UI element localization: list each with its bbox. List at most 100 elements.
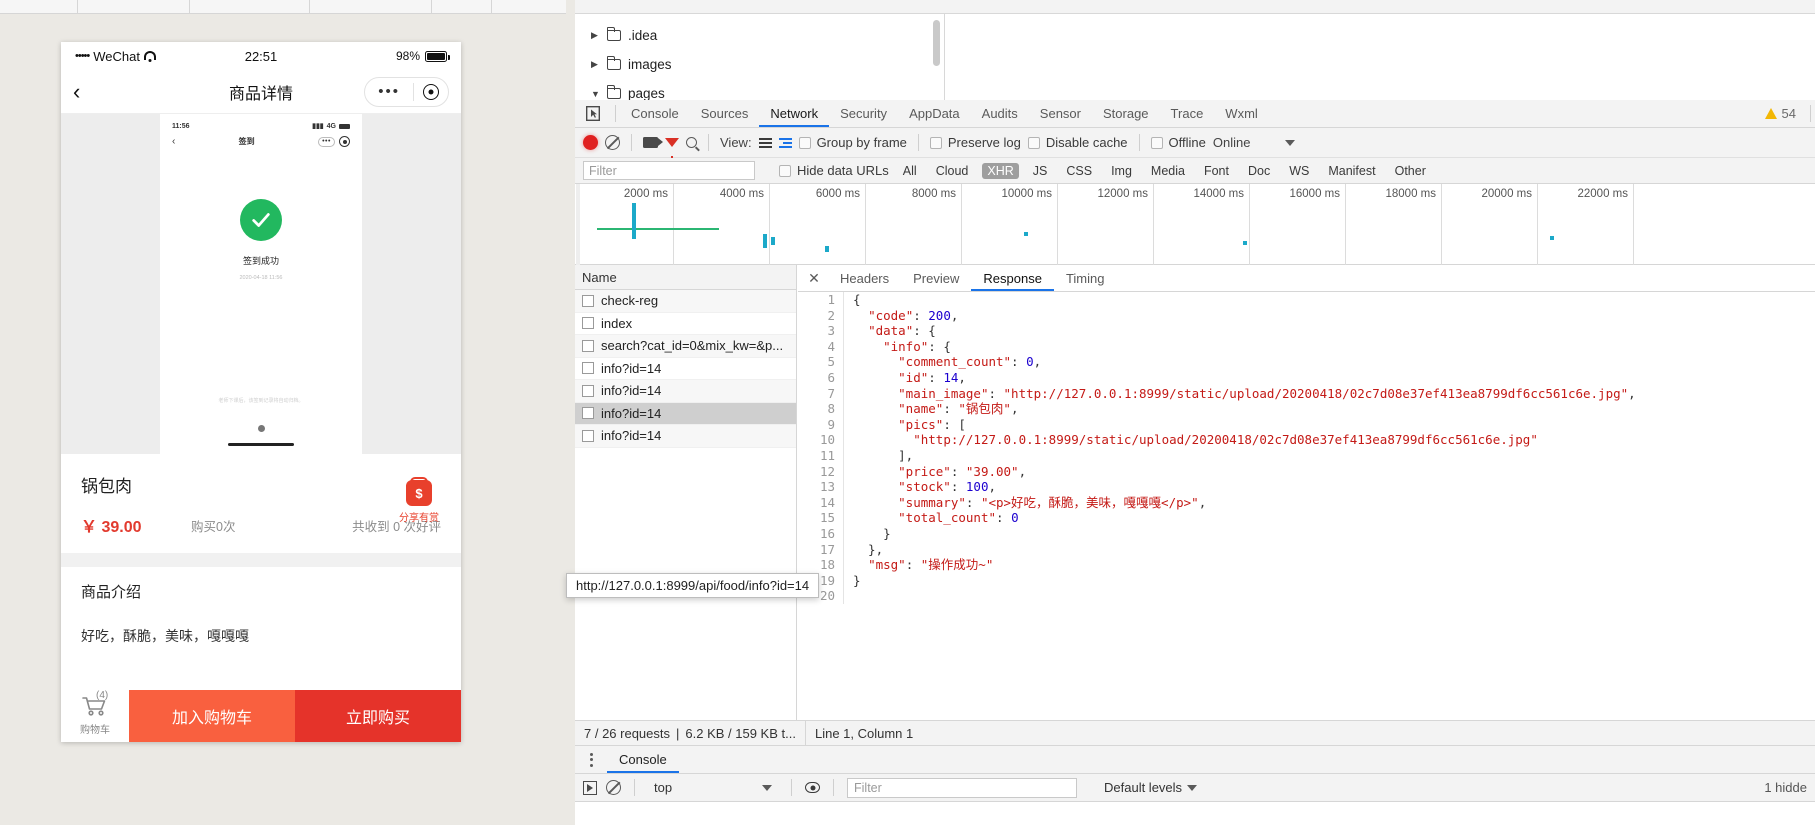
- row-checkbox[interactable]: [582, 339, 594, 352]
- clear-console-icon[interactable]: [606, 780, 621, 795]
- product-image-carousel[interactable]: 11:56 ▮▮▮ 4G ‹ 签到 ••• 签到成功 2020-04-18 11…: [61, 114, 461, 454]
- table-row[interactable]: info?id=14: [575, 380, 796, 403]
- table-row[interactable]: info?id=14: [575, 358, 796, 380]
- filter-type-manifest[interactable]: Manifest: [1323, 163, 1380, 179]
- group-by-frame-checkbox[interactable]: Group by frame: [798, 135, 907, 150]
- table-row-selected[interactable]: info?id=14: [575, 402, 796, 425]
- filter-type-other[interactable]: Other: [1390, 163, 1431, 179]
- row-checkbox[interactable]: [582, 429, 594, 442]
- chevron-right-icon[interactable]: ▶: [591, 30, 600, 41]
- console-filter-input[interactable]: Filter: [847, 777, 1077, 798]
- throttle-dropdown-icon[interactable]: [1285, 139, 1296, 146]
- file-tree-item-images[interactable]: ▶ images: [575, 50, 944, 79]
- file-tree-item-idea[interactable]: ▶ .idea: [575, 21, 944, 50]
- checkbox-box[interactable]: [779, 164, 791, 177]
- chevron-right-icon[interactable]: ▶: [591, 59, 600, 70]
- cart-button[interactable]: (4) 购物车: [61, 690, 129, 742]
- tab-network[interactable]: Network: [759, 100, 829, 127]
- filter-type-css[interactable]: CSS: [1061, 163, 1097, 179]
- chevron-down-icon[interactable]: ▼: [591, 89, 600, 99]
- file-tree-panel[interactable]: ▶ .idea ▶ images ▼ pages: [575, 14, 945, 100]
- console-output-area[interactable]: [575, 802, 1815, 825]
- row-checkbox[interactable]: [582, 384, 594, 397]
- table-row[interactable]: check-reg: [575, 290, 796, 313]
- wechat-capsule-button[interactable]: •••: [364, 76, 449, 107]
- tab-security[interactable]: Security: [829, 100, 898, 127]
- share-reward-button[interactable]: $ 分享有赏: [399, 477, 439, 524]
- code-line: 14 "summary": "<p>好吃，酥脆，美味，嘎嘎嘎</p>",: [798, 494, 1815, 511]
- live-expression-eye-icon[interactable]: [805, 782, 820, 793]
- filter-type-xhr[interactable]: XHR: [982, 162, 1019, 179]
- back-arrow-icon[interactable]: ‹: [73, 80, 103, 103]
- camera-filmstrip-icon[interactable]: [643, 137, 663, 148]
- hide-data-urls-checkbox[interactable]: Hide data URLs: [779, 163, 889, 178]
- console-context-select[interactable]: top: [648, 778, 778, 798]
- filter-type-font[interactable]: Font: [1199, 163, 1234, 179]
- search-icon[interactable]: [686, 137, 697, 148]
- tab-storage[interactable]: Storage: [1092, 100, 1160, 127]
- response-body-viewer[interactable]: 1{2 "code": 200, 3 "data": {4 "info": {5 …: [798, 292, 1815, 720]
- network-overview-timeline[interactable]: 2000 ms 4000 ms 6000 ms 8000 ms 10000 ms…: [575, 184, 1815, 265]
- tab-headers[interactable]: Headers: [828, 265, 901, 291]
- tab-sensor[interactable]: Sensor: [1029, 100, 1092, 127]
- share-gift-icon[interactable]: $: [406, 477, 432, 506]
- more-options-icon[interactable]: [575, 752, 607, 767]
- file-tree-scrollbar[interactable]: [933, 20, 940, 66]
- table-row[interactable]: info?id=14: [575, 425, 796, 448]
- tab-sources[interactable]: Sources: [690, 100, 760, 127]
- row-checkbox[interactable]: [582, 317, 594, 330]
- tab-wxml[interactable]: Wxml: [1214, 100, 1269, 127]
- waterfall-view-icon[interactable]: [778, 137, 792, 148]
- filter-type-cloud[interactable]: Cloud: [931, 163, 974, 179]
- filter-type-img[interactable]: Img: [1106, 163, 1137, 179]
- chevron-down-icon[interactable]: [1187, 784, 1198, 791]
- close-icon[interactable]: ✕: [800, 270, 828, 287]
- row-checkbox[interactable]: [582, 362, 594, 375]
- chevron-down-icon[interactable]: [762, 784, 772, 791]
- inspect-element-icon[interactable]: [575, 106, 611, 121]
- offline-checkbox[interactable]: Offline: [1150, 135, 1206, 150]
- row-checkbox[interactable]: [582, 407, 594, 420]
- online-throttle-label[interactable]: Online: [1213, 135, 1251, 150]
- tab-audits[interactable]: Audits: [971, 100, 1029, 127]
- tab-appdata[interactable]: AppData: [898, 100, 971, 127]
- checkbox-box[interactable]: [929, 136, 942, 149]
- checkbox-box[interactable]: [798, 136, 811, 149]
- list-view-icon[interactable]: [758, 137, 772, 148]
- drawer-tab-console[interactable]: Console: [607, 746, 679, 773]
- filter-type-ws[interactable]: WS: [1284, 163, 1314, 179]
- carousel-indicator[interactable]: [61, 425, 461, 432]
- filter-type-doc[interactable]: Doc: [1243, 163, 1275, 179]
- tab-trace[interactable]: Trace: [1160, 100, 1215, 127]
- disable-cache-checkbox[interactable]: Disable cache: [1027, 135, 1128, 150]
- file-tree-item-pages[interactable]: ▼ pages: [575, 79, 944, 100]
- buy-now-button[interactable]: 立即购买: [295, 690, 461, 742]
- request-name: search?cat_id=0&mix_kw=&p...: [601, 338, 784, 354]
- warning-badge[interactable]: 54: [1764, 106, 1806, 121]
- request-list-header[interactable]: Name: [575, 265, 796, 290]
- line-content: "msg": "操作成功~": [868, 557, 994, 573]
- filter-type-js[interactable]: JS: [1028, 163, 1053, 179]
- filter-funnel-icon[interactable]: [665, 138, 679, 161]
- filter-type-all[interactable]: All: [898, 163, 922, 179]
- more-dots-icon[interactable]: •••: [365, 84, 413, 99]
- network-filter-input[interactable]: Filter: [583, 161, 755, 180]
- preserve-log-checkbox[interactable]: Preserve log: [929, 135, 1021, 150]
- tab-timing[interactable]: Timing: [1054, 265, 1117, 291]
- tab-response[interactable]: Response: [971, 265, 1054, 291]
- clear-icon[interactable]: [605, 135, 620, 150]
- tab-preview[interactable]: Preview: [901, 265, 971, 291]
- console-sidebar-icon[interactable]: [583, 780, 597, 795]
- checkbox-box[interactable]: [1150, 136, 1163, 149]
- network-request-list[interactable]: Name check-reg index search?cat_id=0&mix…: [575, 265, 797, 720]
- table-row[interactable]: index: [575, 313, 796, 335]
- record-button[interactable]: [583, 135, 598, 150]
- console-log-levels[interactable]: Default levels: [1104, 780, 1198, 795]
- add-to-cart-button[interactable]: 加入购物车: [129, 690, 295, 742]
- checkbox-box[interactable]: [1027, 136, 1040, 149]
- table-row[interactable]: search?cat_id=0&mix_kw=&p...: [575, 335, 796, 358]
- row-checkbox[interactable]: [582, 294, 594, 307]
- tab-console[interactable]: Console: [620, 100, 690, 127]
- close-target-icon[interactable]: [414, 83, 448, 100]
- filter-type-media[interactable]: Media: [1146, 163, 1190, 179]
